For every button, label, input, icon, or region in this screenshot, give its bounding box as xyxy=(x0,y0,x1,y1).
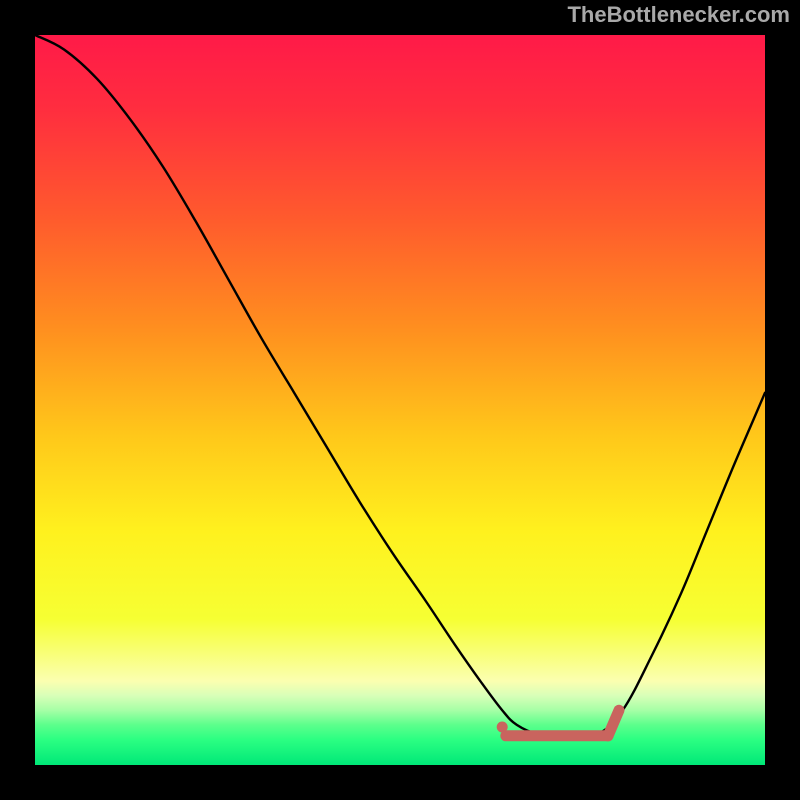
plot-svg xyxy=(35,35,765,765)
gradient-bg xyxy=(35,35,765,765)
chart-stage: TheBottlenecker.com xyxy=(0,0,800,800)
accent-dot xyxy=(497,722,508,733)
watermark-text: TheBottlenecker.com xyxy=(567,2,790,28)
